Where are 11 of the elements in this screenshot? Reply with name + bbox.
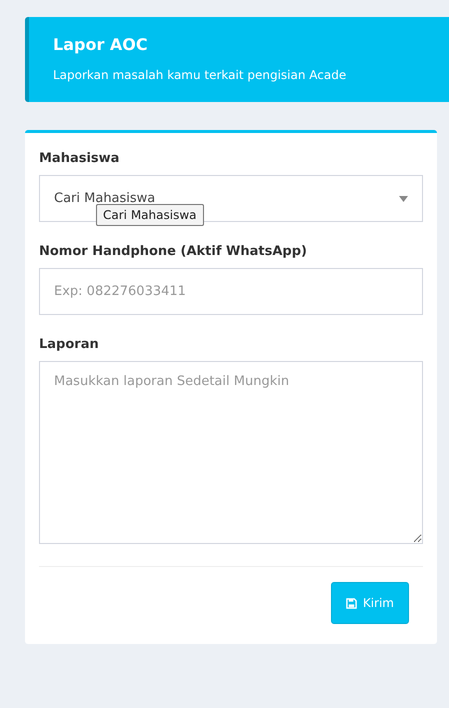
page-title: Lapor AOC bbox=[53, 35, 149, 54]
page-subtitle: Laporkan masalah kamu terkait pengisian Acade bbox=[53, 68, 348, 82]
field-label: Mahasiswa bbox=[39, 151, 120, 166]
save-icon bbox=[346, 598, 357, 608]
field-label: Nomor Handphone (Aktif WhatsApp) bbox=[39, 244, 308, 259]
phone-field[interactable]: Exp: 082276033411 bbox=[39, 268, 423, 315]
report-field[interactable]: Masukkan laporan Sedetail Mungkin bbox=[39, 361, 423, 544]
tooltip: Cari Mahasiswa bbox=[96, 204, 204, 226]
caret-icon bbox=[399, 196, 408, 202]
select-value: Cari Mahasiswa bbox=[54, 191, 156, 206]
field-label: Laporan bbox=[39, 337, 100, 352]
